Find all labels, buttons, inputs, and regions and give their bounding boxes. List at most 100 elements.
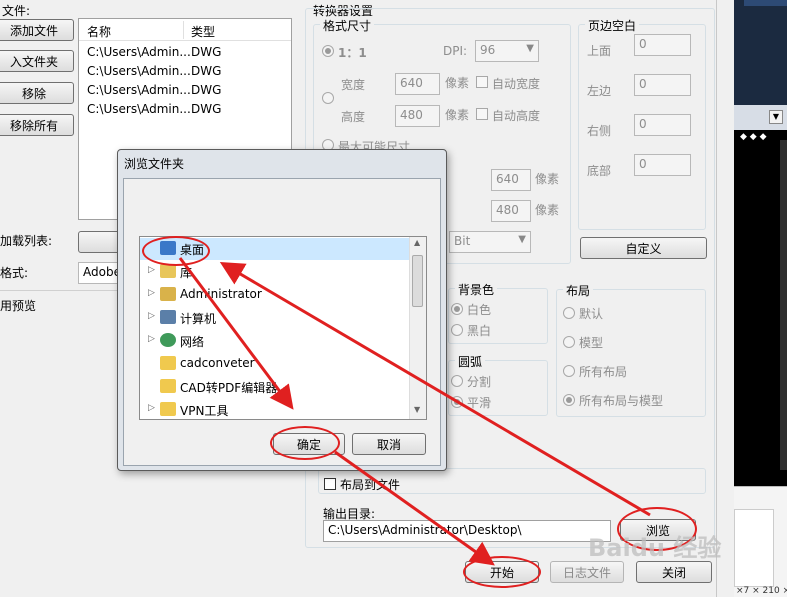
column-name-header[interactable]: 名称 (87, 23, 111, 40)
ratio-radio[interactable] (322, 45, 334, 57)
height-label: 高度 (341, 110, 366, 124)
default-label: 默认 (579, 307, 604, 321)
tree-item-administrator[interactable]: ▷ Administrator (140, 284, 410, 306)
margin-left-label: 左边 (587, 84, 612, 98)
files-label: 文件: (2, 4, 31, 18)
white-label: 白色 (467, 303, 492, 317)
expand-arrow-icon[interactable]: ▷ (148, 403, 155, 413)
remove-button[interactable]: 移除 (0, 82, 74, 104)
margin-left-field[interactable]: 0 (634, 74, 691, 96)
ratio-label: 1：1 (338, 46, 367, 60)
network-icon (160, 333, 176, 347)
folder-icon (160, 379, 176, 393)
remove-all-button[interactable]: 移除所有 (0, 114, 74, 136)
margin-top-field[interactable]: 0 (634, 34, 691, 56)
canvas-scrollbar[interactable] (780, 140, 787, 470)
split-label: 分割 (467, 375, 492, 389)
margins-title: 页边空白 (585, 17, 640, 34)
dpi-select[interactable]: 96 ▼ (475, 40, 539, 62)
custom-size-radio[interactable] (322, 92, 334, 104)
expand-arrow-icon[interactable]: ▷ (148, 311, 155, 321)
output-dir-input[interactable]: C:\Users\Administrator\Desktop\ (323, 520, 611, 542)
load-folder-button[interactable]: 入文件夹 (0, 50, 74, 72)
right-top-panel (734, 0, 787, 105)
tree-item-computer[interactable]: ▷ 计算机 (140, 307, 410, 329)
background-color-group: 背景色 (448, 281, 548, 344)
margin-right-field[interactable]: 0 (634, 114, 691, 136)
expand-arrow-icon[interactable]: ▷ (148, 288, 155, 298)
arc-title: 圆弧 (455, 353, 486, 370)
auto-height-checkbox[interactable] (476, 108, 488, 120)
file-row[interactable]: C:\Users\Admin... DWG (79, 62, 291, 81)
chevron-down-icon: ▼ (518, 234, 526, 245)
right-bottom-panel: ×7 × 210 × 2 (734, 486, 787, 597)
width-unit: 像素 (445, 76, 470, 90)
max-width-unit: 像素 (535, 172, 560, 186)
main-scrollbar[interactable] (716, 0, 734, 597)
all-layouts-model-radio[interactable] (563, 394, 575, 406)
white-radio[interactable] (451, 303, 463, 315)
tree-item-network[interactable]: ▷ 网络 (140, 330, 410, 352)
default-radio[interactable] (563, 307, 575, 319)
smooth-label: 平滑 (467, 396, 492, 410)
tree-scrollbar[interactable]: ▲ ▼ (409, 237, 426, 419)
chevron-down-icon[interactable]: ▼ (769, 110, 783, 124)
log-file-button[interactable]: 日志文件 (550, 561, 624, 583)
cancel-button[interactable]: 取消 (352, 433, 426, 455)
add-file-button[interactable]: 添加文件 (0, 19, 74, 41)
file-row[interactable]: C:\Users\Admin... DWG (79, 100, 291, 119)
width-field[interactable]: 640 (395, 73, 440, 95)
expand-arrow-icon[interactable]: ▷ (148, 265, 155, 275)
close-button[interactable]: 关闭 (636, 561, 712, 583)
margin-top-label: 上面 (587, 44, 612, 58)
arc-group: 圆弧 (448, 353, 548, 416)
height-field[interactable]: 480 (395, 105, 440, 127)
margin-bottom-field[interactable]: 0 (634, 154, 691, 176)
layout-to-file-label: 布局到文件 (340, 478, 401, 492)
format-label: 格式: (0, 266, 29, 280)
tree-item-cad-pdf-editor[interactable]: CAD转PDF编辑器 (140, 376, 410, 398)
all-layouts-label: 所有布局 (579, 365, 628, 379)
size-readout: ×7 × 210 × 2 (736, 586, 787, 596)
drawing-canvas[interactable]: ◆ ◆ ◆ (734, 130, 787, 486)
tree-item-cadconveter[interactable]: cadconveter (140, 353, 410, 375)
margin-right-label: 右侧 (587, 124, 612, 138)
library-icon (160, 264, 176, 278)
browse-folder-dialog: 浏览文件夹 桌面 ▷ 库 ▷ Administrator ▷ 计算机 ▷ 网络 (117, 149, 447, 471)
all-layouts-model-label: 所有布局与模型 (579, 394, 664, 408)
folder-icon (160, 402, 176, 416)
custom-button[interactable]: 自定义 (580, 237, 707, 259)
scroll-up-icon[interactable]: ▲ (414, 238, 420, 247)
layout-title: 布局 (563, 282, 594, 299)
black-white-label: 黑白 (467, 324, 492, 338)
file-row[interactable]: C:\Users\Admin... DWG (79, 81, 291, 100)
black-white-radio[interactable] (451, 324, 463, 336)
highlight-start (463, 556, 541, 588)
load-list-label: 加载列表: (0, 234, 53, 248)
chevron-down-icon: ▼ (526, 43, 534, 54)
max-height-field[interactable]: 480 (491, 200, 531, 222)
file-row[interactable]: C:\Users\Admin... DWG (79, 43, 291, 62)
auto-width-checkbox[interactable] (476, 76, 488, 88)
layout-to-file-checkbox[interactable] (324, 478, 336, 490)
scroll-thumb[interactable] (412, 255, 423, 307)
scroll-down-icon[interactable]: ▼ (414, 405, 420, 414)
smooth-radio[interactable] (451, 396, 463, 408)
tree-item-vpn-tools[interactable]: ▷ VPN工具 (140, 399, 410, 419)
all-layouts-radio[interactable] (563, 365, 575, 377)
margin-bottom-label: 底部 (587, 164, 612, 178)
max-width-field[interactable]: 640 (491, 169, 531, 191)
split-radio[interactable] (451, 375, 463, 387)
highlight-ok (270, 426, 340, 460)
dpi-label: DPI: (443, 44, 468, 58)
column-type-header[interactable]: 类型 (191, 23, 215, 40)
expand-arrow-icon[interactable]: ▷ (148, 334, 155, 344)
format-size-title: 格式尺寸 (320, 17, 375, 34)
auto-width-label: 自动宽度 (492, 77, 541, 91)
user-folder-icon (160, 287, 176, 301)
model-radio[interactable] (563, 336, 575, 348)
viewport-controls-icon: ◆ ◆ ◆ (740, 132, 767, 142)
folder-icon (160, 356, 176, 370)
bit-depth-select[interactable]: Bit ▼ (449, 231, 531, 253)
model-label: 模型 (579, 336, 604, 350)
